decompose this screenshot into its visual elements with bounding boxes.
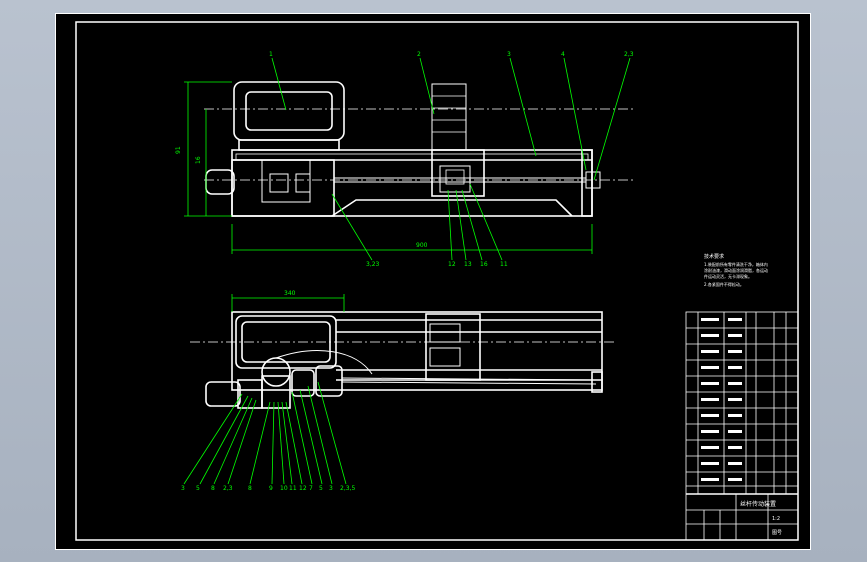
title-block-sheet: 图号 bbox=[772, 530, 782, 536]
drawing-sheet: 900 91 16 1 2 3 4 2,3 3,23 12 13 16 11 3… bbox=[55, 13, 811, 550]
dim-height-left: 91 bbox=[175, 146, 182, 154]
balloon-plan-12: 3 bbox=[329, 485, 333, 492]
front-view bbox=[204, 81, 636, 217]
balloon-plan-6: 9 bbox=[269, 485, 273, 492]
technical-notes: 技术要求 1.装配前所有零件清洗干净，箱体内 涂耐油漆，滑动面涂润滑脂，各运动 … bbox=[704, 253, 768, 287]
notes-heading: 技术要求 bbox=[704, 253, 724, 260]
balloon-top-3: 3 bbox=[507, 51, 511, 58]
balloon-bottom-3: 13 bbox=[464, 261, 472, 268]
cad-canvas: 900 91 16 1 2 3 4 2,3 3,23 12 13 16 11 3… bbox=[75, 21, 799, 541]
plan-view bbox=[190, 311, 616, 409]
balloon-top-4: 4 bbox=[561, 51, 565, 58]
balloon-top-2: 2 bbox=[417, 51, 421, 58]
notes-line-3: 件运动灵活，无卡滞现象。 bbox=[704, 273, 752, 279]
inner-border bbox=[75, 21, 799, 541]
balloon-bottom-4: 16 bbox=[480, 261, 488, 268]
balloon-top-1: 1 bbox=[269, 51, 273, 58]
balloon-plan-3: 8 bbox=[211, 485, 215, 492]
balloon-plan-4: 2,3 bbox=[223, 485, 233, 492]
dim-overall-length: 900 bbox=[416, 242, 428, 249]
dim-height-right: 16 bbox=[195, 156, 202, 164]
title-block-title: 丝杆传动装置 bbox=[740, 500, 776, 508]
plan-leaders bbox=[183, 381, 347, 485]
notes-line-2: 涂耐油漆，滑动面涂润滑脂，各运动 bbox=[704, 267, 768, 273]
balloon-plan-11: 5 bbox=[319, 485, 323, 492]
balloon-bottom-5: 11 bbox=[500, 261, 508, 268]
title-block-scale: 1:2 bbox=[772, 516, 780, 522]
balloon-top-5: 2,3 bbox=[624, 51, 634, 58]
notes-line-1: 1.装配前所有零件清洗干净，箱体内 bbox=[704, 261, 768, 267]
dim-plan-width: 340 bbox=[284, 290, 296, 297]
parts-list-entries bbox=[701, 318, 742, 481]
balloon-plan-7: 10 bbox=[280, 485, 288, 492]
balloon-plan-13: 2,3,5 bbox=[340, 485, 355, 492]
top-leaders bbox=[271, 57, 631, 181]
balloon-bottom-2: 12 bbox=[448, 261, 456, 268]
balloon-plan-2: 5 bbox=[196, 485, 200, 492]
balloon-bottom-1: 3,23 bbox=[366, 261, 380, 268]
notes-line-4: 2.各紧固件不得松动。 bbox=[704, 281, 744, 287]
balloon-plan-9: 12 bbox=[299, 485, 307, 492]
balloon-plan-10: 7 bbox=[309, 485, 313, 492]
balloon-plan-5: 8 bbox=[248, 485, 252, 492]
balloon-plan-8: 11 bbox=[289, 485, 297, 492]
balloon-plan-1: 3 bbox=[181, 485, 185, 492]
